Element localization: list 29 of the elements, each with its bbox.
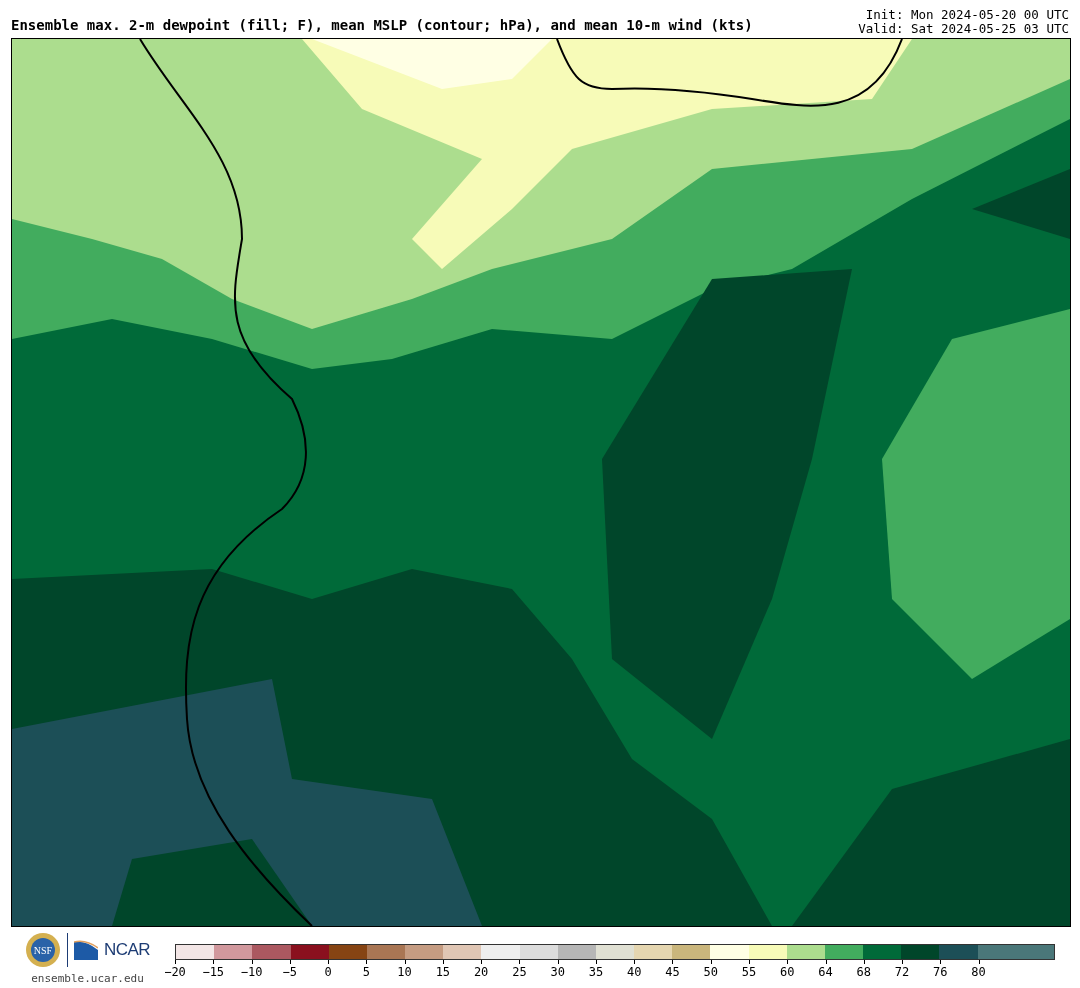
- scale-tick-label: 0: [324, 965, 332, 979]
- swoosh-logo-icon: [73, 940, 98, 960]
- scale-tick-label: 35: [588, 965, 604, 979]
- scale-tick-label: 64: [818, 965, 833, 979]
- scale-tick-label: 15: [435, 965, 451, 979]
- site-url: ensemble.ucar.edu: [31, 972, 144, 985]
- scale-tick-label: −20: [164, 965, 186, 979]
- scale-tick-label: 20: [473, 965, 489, 979]
- scale-tick-label: 45: [665, 965, 680, 979]
- scale-tick-label: −15: [202, 965, 225, 979]
- scale-tick-label: 40: [626, 965, 642, 979]
- chart-title: Ensemble max. 2-m dewpoint (fill; F), mean MSLP (contour; hPa), and mean 10-m wind (kts): [11, 17, 753, 35]
- scale-tick-label: 80: [971, 965, 986, 979]
- scale-tick-label: 5: [362, 965, 370, 979]
- init-time: Init: Mon 2024-05-20 00 UTC: [865, 8, 1069, 22]
- scale-tick-label: 25: [512, 965, 527, 979]
- scale-tick-label: −10: [240, 965, 263, 979]
- scale-tick-label: 30: [550, 965, 565, 979]
- scale-tick-label: 10: [397, 965, 412, 979]
- scale-tick-label: 76: [933, 965, 948, 979]
- scale-tick-label: 55: [741, 965, 757, 979]
- scale-tick-label: 60: [780, 965, 795, 979]
- seal-logo-icon: NSF: [24, 932, 61, 968]
- logo-text: NCAR: [103, 940, 151, 960]
- scale-tick-label: −5: [282, 965, 297, 979]
- valid-time: Valid: Sat 2024-05-25 03 UTC: [858, 22, 1069, 36]
- scale-tick-label: 72: [894, 965, 910, 979]
- scale-tick-label: 68: [856, 965, 871, 979]
- scale-tick-label: 50: [703, 965, 718, 979]
